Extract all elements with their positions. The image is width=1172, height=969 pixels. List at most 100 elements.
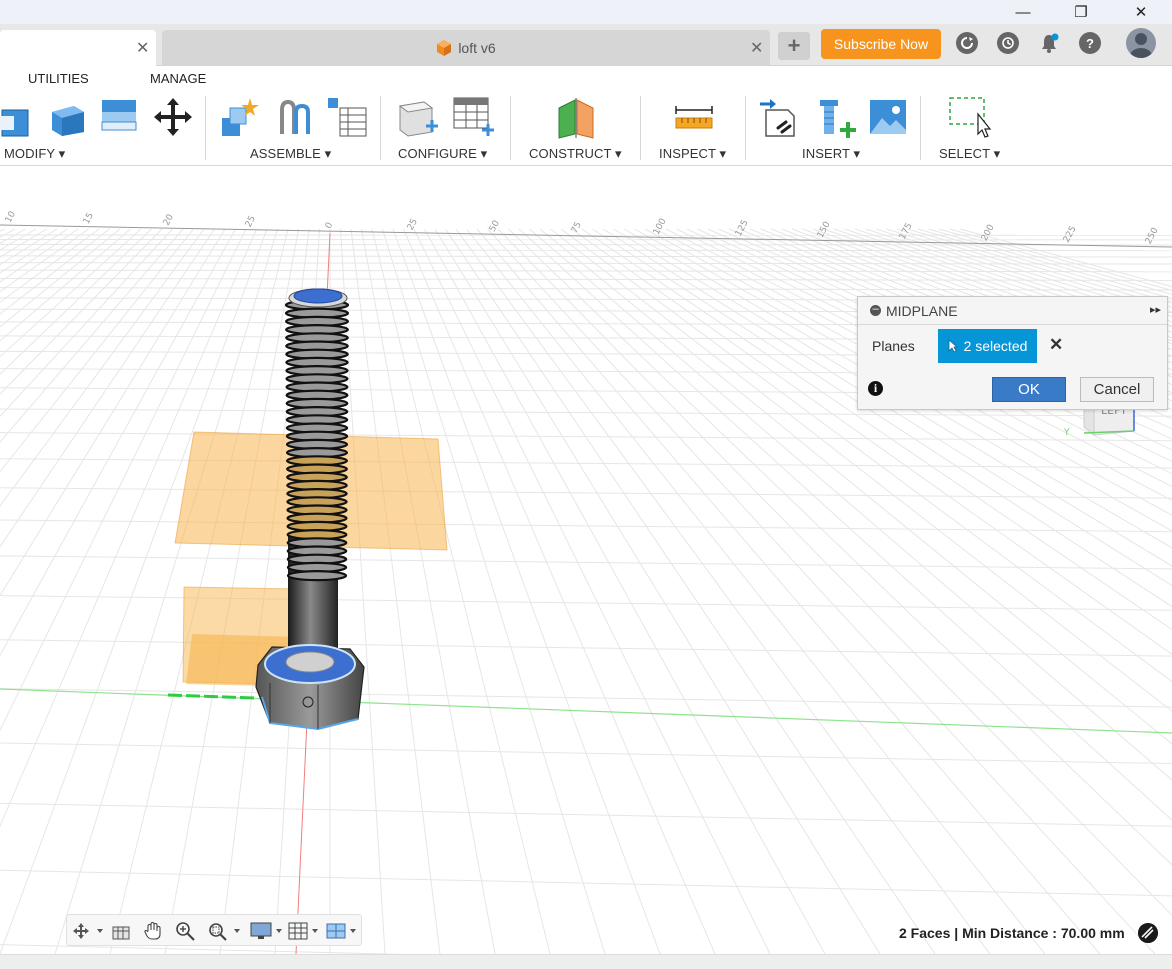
grid-line [0, 228, 68, 274]
bolt-threads[interactable] [284, 299, 350, 582]
select-menu[interactable]: SELECT ▾ [939, 146, 1000, 162]
insert-canvas-icon[interactable] [868, 98, 908, 136]
new-component-icon[interactable] [218, 96, 262, 140]
navigation-bar [66, 914, 362, 946]
grid-line [0, 742, 1172, 765]
configuration-table-icon[interactable] [452, 96, 496, 140]
subscribe-button[interactable]: Subscribe Now [821, 29, 941, 59]
insert-mcmaster-icon[interactable] [814, 96, 858, 140]
ok-button[interactable]: OK [992, 377, 1066, 402]
toolbar-divider [745, 96, 746, 160]
grid-line [0, 432, 1172, 442]
joint-icon[interactable] [274, 98, 314, 138]
shell-icon[interactable] [98, 96, 142, 140]
grid-line [0, 595, 1172, 611]
configure-design-icon[interactable] [396, 96, 440, 140]
ruler-tick-label: 250 [1144, 226, 1161, 246]
viewcube-y-label: Y [1064, 428, 1070, 438]
orbit-icon[interactable] [71, 921, 105, 941]
viewports-icon[interactable] [325, 921, 361, 941]
tab-close-icon[interactable]: ✕ [750, 38, 763, 58]
new-tab-button[interactable]: + [778, 32, 810, 60]
bill-of-materials-icon[interactable] [326, 96, 370, 140]
bolt-top-face[interactable] [293, 288, 343, 304]
grid-line [0, 228, 79, 283]
ruler-tick-label: 0 [324, 221, 336, 231]
ruler-tick-label: 15 [82, 211, 96, 226]
grid-line [0, 228, 89, 293]
cursor-icon [948, 339, 958, 353]
extensions-icon[interactable] [956, 32, 978, 54]
construct-plane-icon[interactable] [555, 96, 599, 140]
grid-line [0, 228, 163, 395]
inspect-menu[interactable]: INSPECT ▾ [659, 146, 726, 162]
job-status-icon[interactable] [997, 32, 1019, 54]
tab-utilities[interactable]: UTILITIES [28, 71, 89, 86]
planes-selection-button[interactable]: 2 selected [938, 329, 1037, 363]
nut-bore [285, 651, 335, 673]
window-select-icon[interactable] [948, 96, 992, 140]
construct-menu[interactable]: CONSTRUCT ▾ [529, 146, 622, 162]
display-settings-icon[interactable] [249, 921, 285, 941]
grid-line [0, 228, 173, 418]
grid-line [0, 243, 1172, 246]
selection-count: 2 selected [963, 338, 1028, 354]
grid-snaps-icon[interactable] [287, 921, 323, 941]
insert-derive-icon[interactable] [758, 96, 802, 140]
insert-menu[interactable]: INSERT ▾ [802, 146, 860, 162]
status-badge-icon[interactable] [1138, 923, 1158, 943]
grid-line [0, 944, 406, 954]
component-cube-icon [437, 40, 452, 56]
expand-panel-icon[interactable]: ▸▸ [1150, 303, 1161, 316]
measure-icon[interactable] [674, 104, 714, 132]
collapse-icon[interactable]: – [870, 304, 881, 316]
tab-close-icon[interactable]: ✕ [136, 38, 149, 58]
tab-manage[interactable]: MANAGE [150, 71, 206, 86]
fit-icon[interactable] [207, 921, 243, 941]
toolbar-divider [640, 96, 641, 160]
ruler-tick-label: 225 [1062, 225, 1079, 245]
info-icon[interactable]: i [868, 381, 883, 396]
ruler-tick-label: 75 [570, 220, 584, 235]
grid-line [0, 228, 142, 358]
assemble-menu[interactable]: ASSEMBLE ▾ [250, 146, 331, 162]
fillet-icon[interactable] [44, 98, 88, 138]
tab-active-document[interactable]: ✕ [0, 30, 156, 66]
cancel-button[interactable]: Cancel [1080, 377, 1154, 402]
profile-avatar[interactable] [1126, 28, 1156, 58]
notifications-icon[interactable] [1038, 32, 1060, 54]
grid-line [0, 228, 184, 443]
press-pull-icon[interactable] [0, 96, 34, 140]
ruler-tick-label: 20 [162, 213, 176, 228]
ruler-tick-label: 100 [652, 217, 669, 237]
thread-ridge [286, 570, 348, 582]
selected-edge-line [167, 693, 256, 700]
dialog-header: – MIDPLANE ▸▸ [858, 297, 1167, 325]
restore-button[interactable]: ❐ [1058, 0, 1104, 24]
pan-hand-icon[interactable] [143, 921, 163, 941]
grid-line [0, 228, 194, 473]
modify-menu[interactable]: MODIFY ▾ [4, 146, 65, 162]
help-icon[interactable]: ? [1079, 32, 1101, 54]
dialog-title: MIDPLANE [886, 302, 958, 319]
grid-line [0, 255, 1172, 258]
ribbon-toolbar: UTILITIES MANAGE MODIFY ▾ ASSEMBLE ▾ CON… [0, 66, 1172, 166]
ruler-tick-label: 25 [244, 214, 258, 229]
configure-menu[interactable]: CONFIGURE ▾ [398, 146, 487, 162]
grid-line [0, 555, 1172, 570]
canvas-viewport[interactable]: 101520250255075100125150175200225250 ≣ [0, 167, 1172, 954]
tab-loft-v6[interactable]: loft v6 ✕ [162, 30, 770, 66]
grid-line [0, 228, 152, 375]
move-copy-icon[interactable] [152, 96, 194, 138]
clear-selection-icon[interactable]: ✕ [1049, 335, 1063, 355]
toolbar-divider [510, 96, 511, 160]
minimize-button[interactable]: — [1000, 0, 1046, 24]
look-at-icon[interactable] [111, 921, 131, 941]
close-window-button[interactable]: ✕ [1118, 0, 1164, 24]
fusion-app-window: — ❐ ✕ ✕ loft v6 ✕ + Subscribe Now ? UTIL… [0, 0, 1172, 969]
3d-scene[interactable]: 10 15 20 25 0 25 50 75 100 125 150 175 200 225 250 [0, 167, 1172, 954]
toolbar-divider [205, 96, 206, 160]
ruler-tick-label: 175 [898, 222, 915, 242]
zoom-icon[interactable] [175, 921, 197, 941]
grid-line [0, 688, 1172, 708]
